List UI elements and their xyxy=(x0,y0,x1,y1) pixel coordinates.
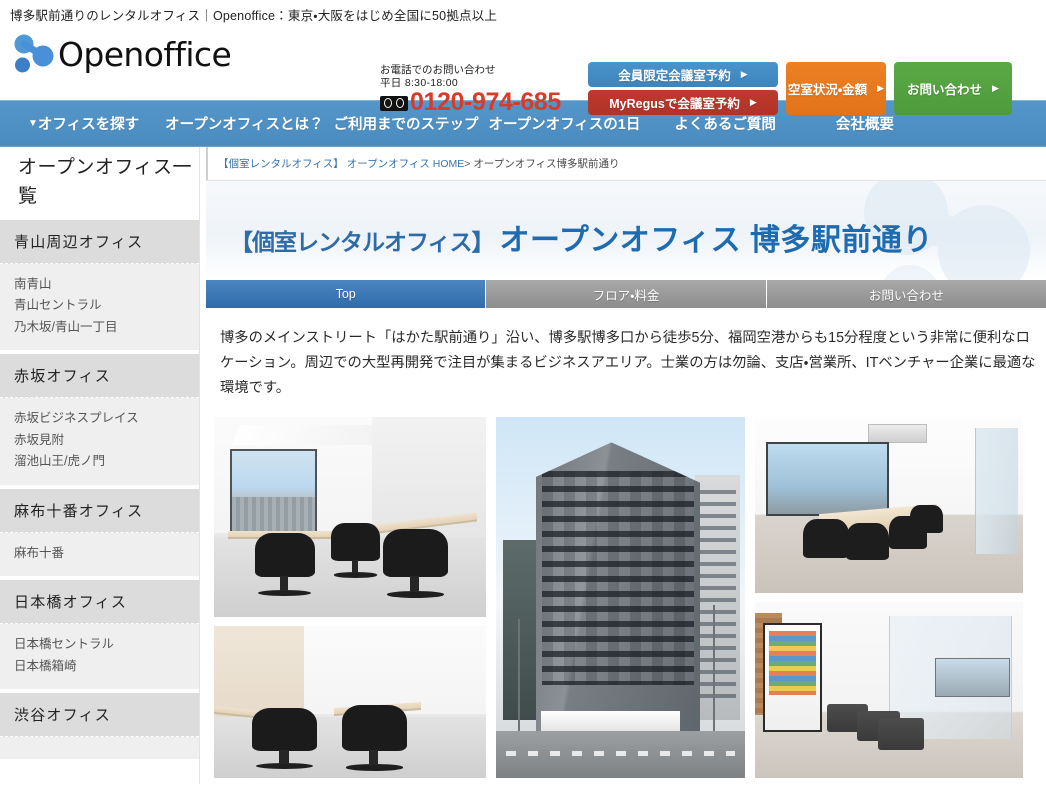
photo-gallery xyxy=(214,417,1046,784)
site-header: Openoffice お電話でのお問い合わせ 平日 8:30-18:00 012… xyxy=(0,26,1046,115)
hero-main-title: オープンオフィス 博多駅前通り xyxy=(499,224,933,257)
nav-item-about[interactable]: オープンオフィスとは？ xyxy=(165,113,323,134)
office-description: 博多のメインストリート「はかた駅前通り」沿い、博多駅博多口から徒歩5分、福岡空港… xyxy=(220,330,1036,397)
arrow-right-icon: ▶ xyxy=(992,83,999,93)
tab-top[interactable]: Top xyxy=(206,280,487,308)
main-content: 【個室レンタルオフィス】 オープンオフィス HOME> オープンオフィス博多駅前… xyxy=(200,147,1046,784)
member-reserve-button[interactable]: 会員限定会議室予約 ▶ xyxy=(588,62,778,87)
page-root: 博多駅前通りのレンタルオフィス｜Openoffice：東京・大阪をはじめ全国に5… xyxy=(0,0,1046,802)
availability-label: 空室状況・金額 xyxy=(787,83,868,97)
nav-item-find-office[interactable]: オフィスを探す xyxy=(38,113,139,134)
sidebar-heading-aoyama[interactable]: 青山周辺オフィス xyxy=(0,219,199,264)
gallery-column-center xyxy=(496,417,745,779)
photo-meeting-room[interactable] xyxy=(755,417,1023,594)
photo-private-office-window[interactable] xyxy=(214,417,486,618)
hero-banner: 【個室レンタルオフィス】 オープンオフィス 博多駅前通り xyxy=(206,180,1046,280)
breadcrumb: 【個室レンタルオフィス】 オープンオフィス HOME> オープンオフィス博多駅前… xyxy=(206,147,1046,180)
sidebar-group-shibuya: 渋谷オフィス xyxy=(0,693,199,760)
breadcrumb-current: オープンオフィス博多駅前通り xyxy=(473,158,620,170)
freedial-icon xyxy=(380,95,408,111)
telephone-block: お電話でのお問い合わせ 平日 8:30-18:00 0120-974-685 xyxy=(380,64,585,115)
sidebar-group-nihonbashi: 日本橋オフィス 日本橋セントラル 日本橋箱崎 xyxy=(0,580,199,690)
sidebar-heading-azabu[interactable]: 麻布十番オフィス xyxy=(0,488,199,533)
chevron-down-icon: ▼ xyxy=(28,118,38,129)
sidebar-heading-nihonbashi[interactable]: 日本橋オフィス xyxy=(0,580,199,625)
myregus-reserve-button[interactable]: MyRegusで会議室予約 ▶ xyxy=(588,90,778,115)
sidebar-title: オープンオフィス一覧 xyxy=(18,157,192,208)
sidebar-item-akasaka-business-place[interactable]: 赤坂ビジネスプレイス xyxy=(14,408,199,430)
nav-item-steps[interactable]: ご利用までのステップ xyxy=(333,113,478,134)
body-columns: オープンオフィス一覧 青山周辺オフィス 南青山 青山セントラル 乃木坂/青山一丁… xyxy=(0,147,1046,785)
contact-button[interactable]: お問い合わせ ▶ xyxy=(894,62,1012,115)
sidebar-group-aoyama: 青山周辺オフィス 南青山 青山セントラル 乃木坂/青山一丁目 xyxy=(0,219,199,351)
photo-lounge-vending[interactable] xyxy=(755,602,1023,779)
sidebar-heading-akasaka[interactable]: 赤坂オフィス xyxy=(0,354,199,399)
sidebar-item-azabu-juban[interactable]: 麻布十番 xyxy=(14,543,199,565)
openoffice-logo-icon xyxy=(10,32,56,76)
sidebar: オープンオフィス一覧 青山周辺オフィス 南青山 青山セントラル 乃木坂/青山一丁… xyxy=(0,147,200,785)
sidebar-item-aoyama-central[interactable]: 青山セントラル xyxy=(14,295,199,317)
header-cta-group: 会員限定会議室予約 ▶ MyRegusで会議室予約 ▶ 空室状況・金額 ▶ お問… xyxy=(588,62,1012,115)
breadcrumb-home[interactable]: オープンオフィス HOME xyxy=(347,158,465,170)
arrow-right-icon: ▶ xyxy=(740,69,748,79)
sidebar-heading-shibuya[interactable]: 渋谷オフィス xyxy=(0,693,199,738)
tab-bar: Top フロア・料金 お問い合わせ xyxy=(206,280,1046,308)
page-title: 【個室レンタルオフィス】 オープンオフィス 博多駅前通り xyxy=(206,181,1046,259)
sidebar-item-minami-aoyama[interactable]: 南青山 xyxy=(14,274,199,296)
sidebar-group-akasaka: 赤坂オフィス 赤坂ビジネスプレイス 赤坂見附 溜池山王/虎ノ門 xyxy=(0,354,199,485)
sidebar-group-azabu: 麻布十番オフィス 麻布十番 xyxy=(0,488,199,577)
brand-name: Openoffice xyxy=(58,34,232,74)
availability-button[interactable]: 空室状況・金額 ▶ xyxy=(786,62,886,115)
site-tagline: 博多駅前通りのレンタルオフィス｜Openoffice：東京・大阪をはじめ全国に5… xyxy=(10,9,498,23)
nav-item-faq[interactable]: よくあるご質問 xyxy=(674,113,776,134)
sidebar-item-nogizaka[interactable]: 乃木坂/青山一丁目 xyxy=(14,317,199,339)
tab-floor-price[interactable]: フロア・料金 xyxy=(486,280,767,308)
sidebar-item-nihonbashi-central[interactable]: 日本橋セントラル xyxy=(14,634,199,656)
telephone-label: お電話でのお問い合わせ xyxy=(380,64,496,76)
gallery-column-right xyxy=(755,417,1023,779)
sidebar-item-akasaka-mitsuke[interactable]: 赤坂見附 xyxy=(14,430,199,452)
nav-item-one-day[interactable]: オープンオフィスの1日 xyxy=(488,113,640,134)
nav-item-company[interactable]: 会社概要 xyxy=(836,113,894,134)
myregus-reserve-label: MyRegusで会議室予約 xyxy=(609,97,740,111)
arrow-right-icon: ▶ xyxy=(749,97,757,107)
gallery-column-left xyxy=(214,417,486,779)
telephone-number[interactable]: 0120-974-685 xyxy=(410,90,561,115)
member-reserve-label: 会員限定会議室予約 xyxy=(618,69,731,83)
tab-contact[interactable]: お問い合わせ xyxy=(766,280,1046,308)
hero-prefix: 【個室レンタルオフィス】 xyxy=(230,229,495,255)
site-logo[interactable]: Openoffice xyxy=(10,32,232,76)
breadcrumb-bracket[interactable]: 【個室レンタルオフィス】 xyxy=(218,158,344,170)
sidebar-item-nihonbashi-hakozaki[interactable]: 日本橋箱崎 xyxy=(14,656,199,678)
photo-private-office-desks[interactable] xyxy=(214,626,486,779)
contact-button-label: お問い合わせ xyxy=(907,83,983,97)
sidebar-item-tameike-sanno[interactable]: 溜池山王/虎ノ門 xyxy=(14,451,199,473)
arrow-right-icon: ▶ xyxy=(877,83,885,93)
photo-building-exterior[interactable] xyxy=(496,417,745,779)
